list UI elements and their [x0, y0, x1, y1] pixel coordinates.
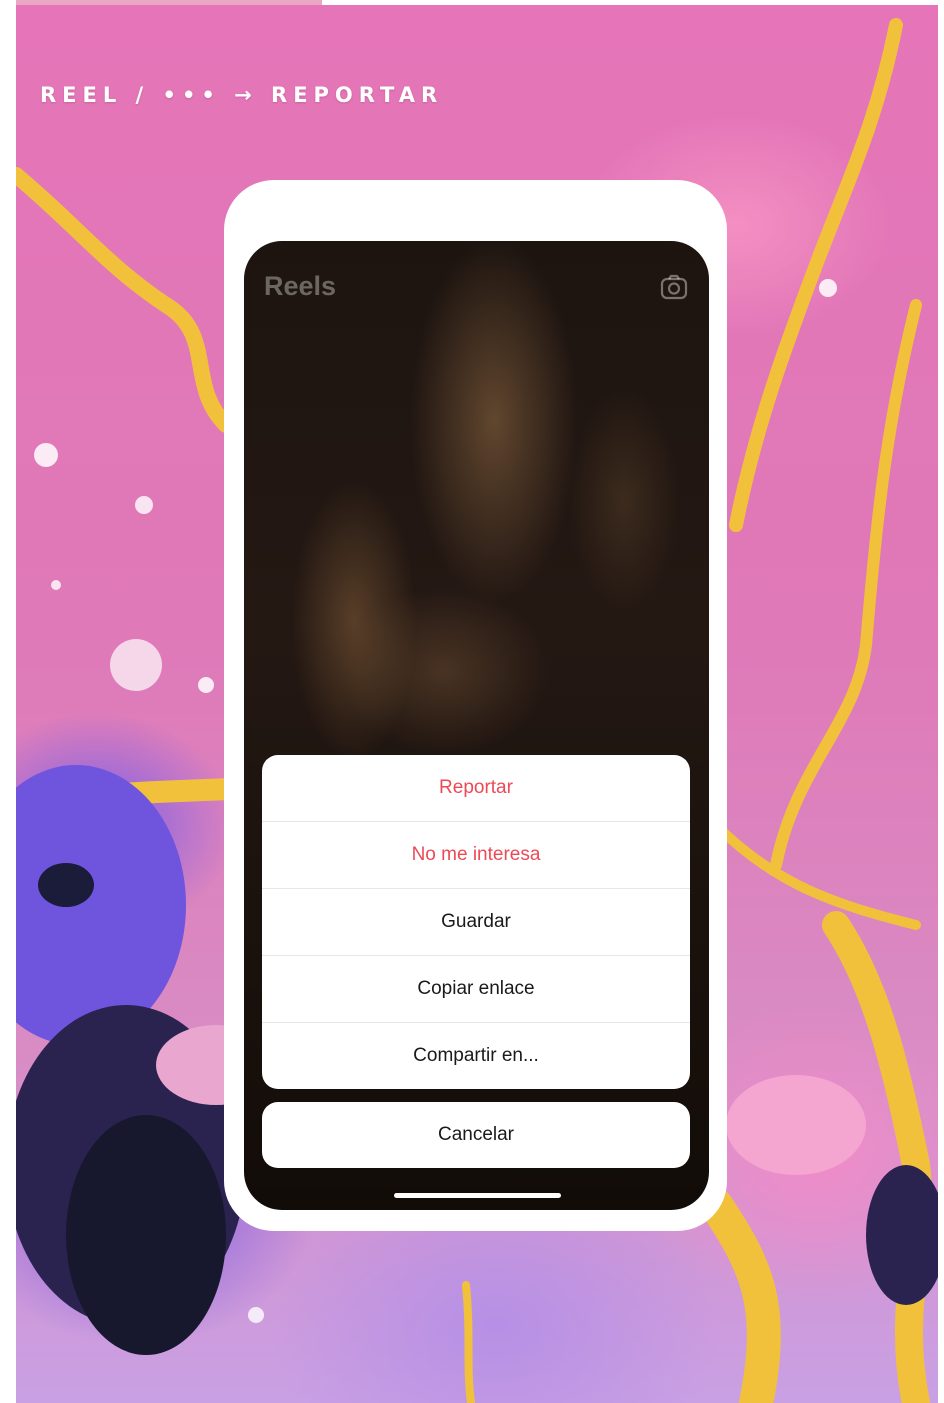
report-option[interactable]: Reportar: [262, 755, 690, 822]
screen-title: Reels: [264, 271, 337, 301]
camera-icon[interactable]: [660, 273, 688, 301]
share-to-option[interactable]: Compartir en...: [262, 1023, 690, 1089]
not-interested-option[interactable]: No me interesa: [262, 822, 690, 889]
home-indicator[interactable]: [394, 1193, 561, 1198]
copy-link-option[interactable]: Copiar enlace: [262, 956, 690, 1023]
cancel-button[interactable]: Cancelar: [262, 1102, 690, 1168]
save-option[interactable]: Guardar: [262, 889, 690, 956]
reels-screen: Reels Reportar No me interesa Guardar Co…: [244, 241, 709, 1210]
breadcrumb: REEL / ••• → REPORTAR: [40, 83, 444, 107]
action-sheet: Reportar No me interesa Guardar Copiar e…: [262, 755, 690, 1089]
phone-frame: Reels Reportar No me interesa Guardar Co…: [224, 180, 727, 1231]
